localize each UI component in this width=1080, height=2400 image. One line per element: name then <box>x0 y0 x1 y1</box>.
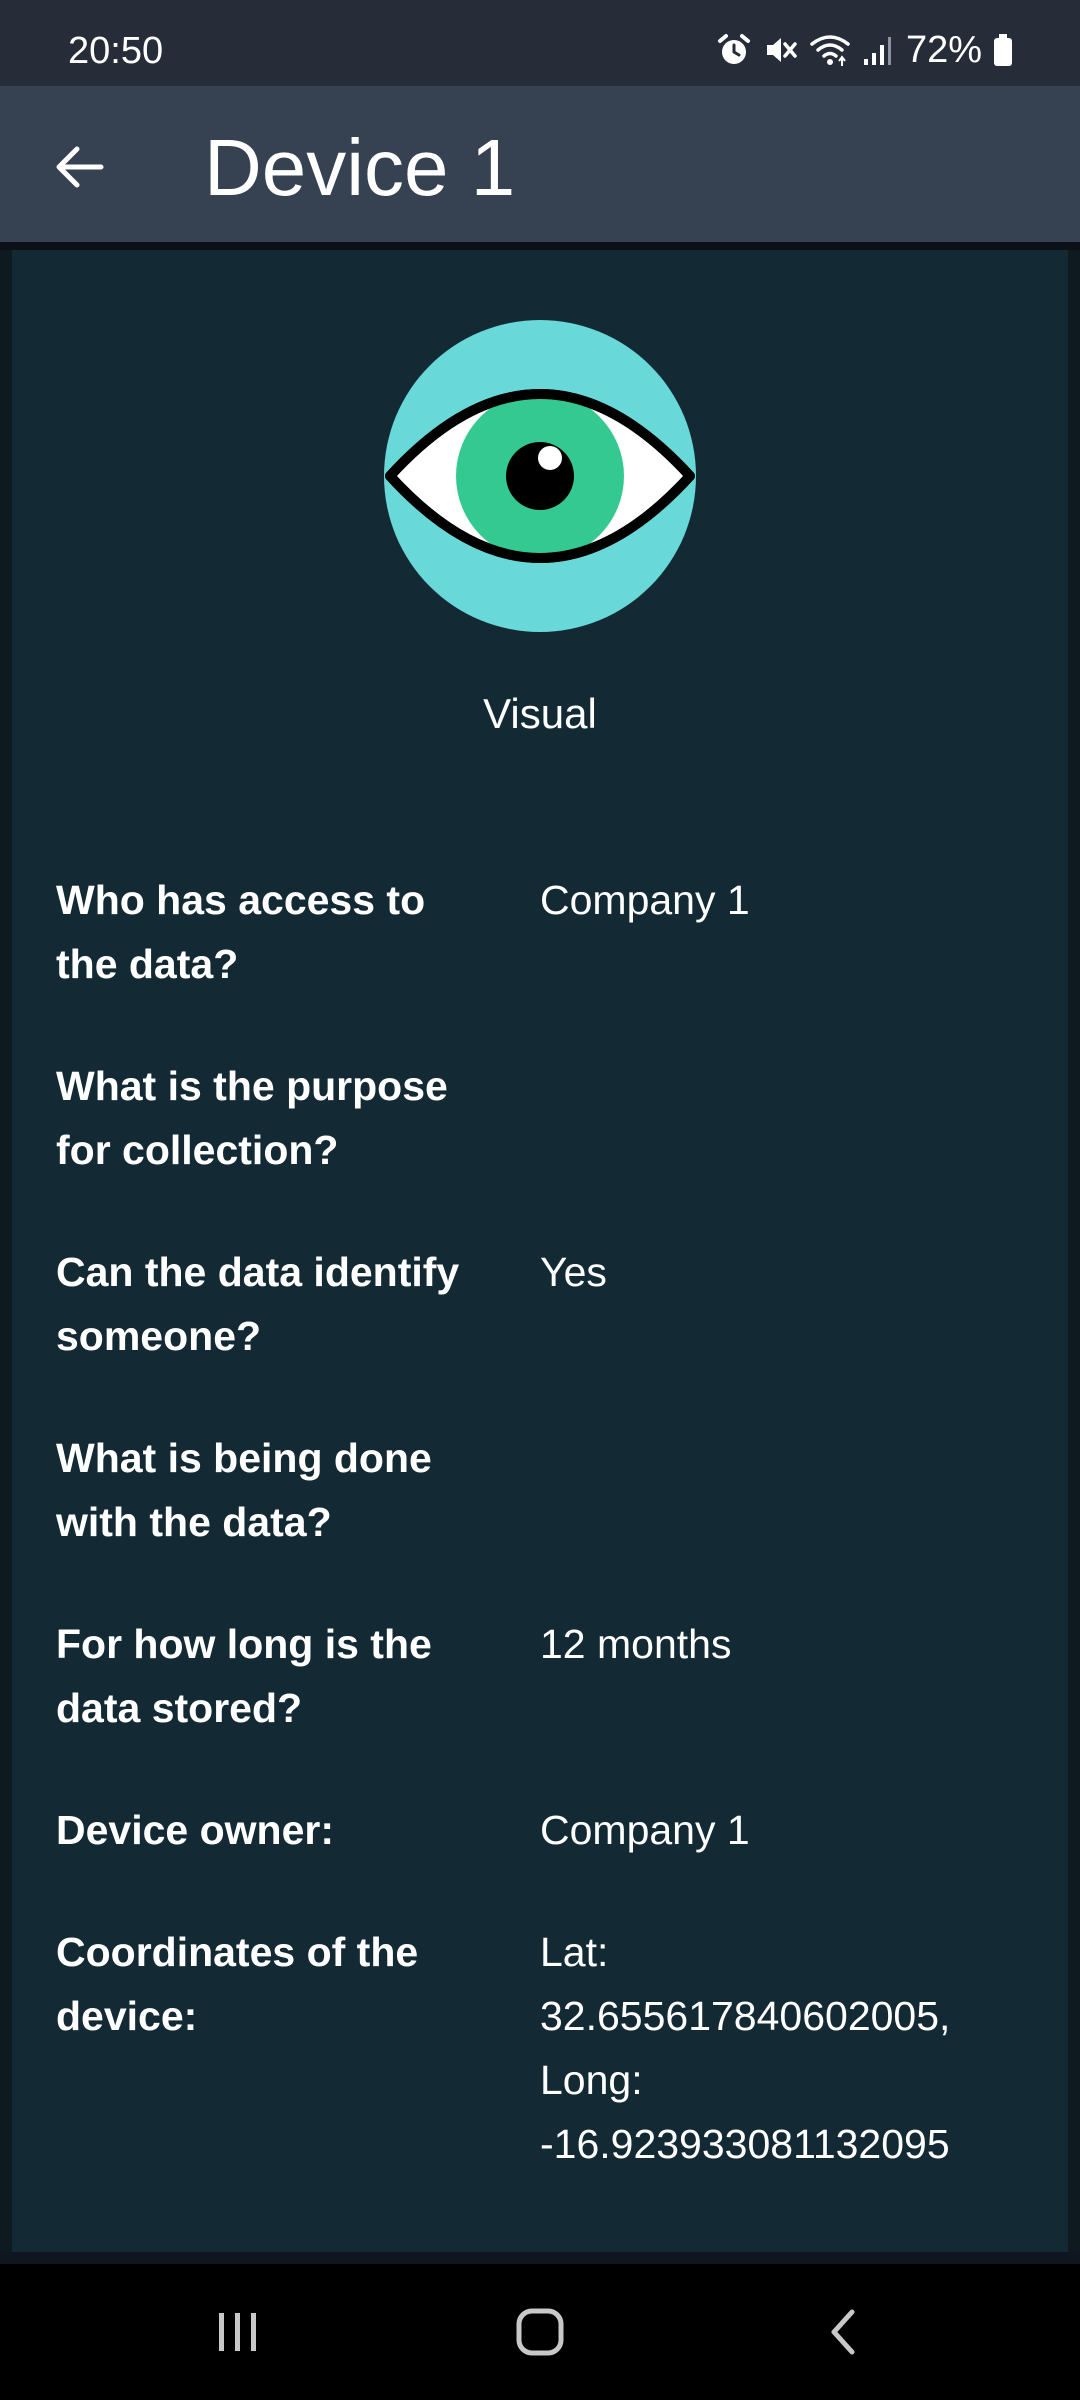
back-button[interactable] <box>38 126 120 208</box>
wifi-icon <box>810 35 850 66</box>
page-title: Device 1 <box>204 123 516 212</box>
coordinates-lat-value: 32.655617840602005, <box>540 1993 951 2039</box>
coordinates-long-label: Long: <box>540 2057 643 2103</box>
detail-answer: Yes <box>540 1249 607 1295</box>
arrow-left-icon <box>56 146 104 188</box>
nav-back-button[interactable] <box>762 2264 922 2400</box>
coordinates-answer: Lat: 32.655617840602005, Long: -16.92393… <box>540 1920 1040 2176</box>
app-bar-shadow <box>0 242 1080 250</box>
eye-icon <box>384 320 696 632</box>
detail-answer: Company 1 <box>540 1807 750 1853</box>
app-bar: Device 1 <box>0 86 1080 242</box>
detail-answer: 12 months <box>540 1621 732 1667</box>
signal-icon <box>863 37 891 65</box>
status-bar: 20:50 72% <box>0 0 1080 86</box>
battery-icon <box>994 34 1012 66</box>
detail-question: What is being done with the data? <box>56 1435 432 1545</box>
detail-question: For how long is the data stored? <box>56 1621 432 1731</box>
home-button[interactable] <box>460 2264 620 2400</box>
detail-question: What is the purpose for collection? <box>56 1063 448 1173</box>
category-label: Visual <box>483 690 597 737</box>
alarm-icon <box>717 34 750 64</box>
status-time: 20:50 <box>68 30 164 72</box>
home-icon <box>516 2308 564 2356</box>
coordinates-lat-label: Lat: <box>540 1929 609 1975</box>
mute-icon <box>766 38 797 62</box>
battery-percent: 72% <box>905 28 982 71</box>
device-detail-card: Visual Who has access to the data? Compa… <box>12 250 1068 2252</box>
recents-icon <box>219 2313 256 2351</box>
detail-answer: Company 1 <box>540 877 750 923</box>
system-nav-bar <box>0 2264 1080 2400</box>
detail-question: Device owner: <box>56 1807 334 1853</box>
back-icon <box>831 2309 855 2355</box>
detail-question: Can the data identify someone? <box>56 1249 460 1359</box>
coordinates-long-value: -16.923933081132095 <box>540 2121 950 2167</box>
detail-question: Coordinates of the device: <box>56 1929 419 2039</box>
nav-bar-divider <box>0 2252 1080 2264</box>
status-icons: 72% <box>716 28 1014 72</box>
recents-button[interactable] <box>158 2264 318 2400</box>
detail-question: Who has access to the data? <box>56 877 426 987</box>
